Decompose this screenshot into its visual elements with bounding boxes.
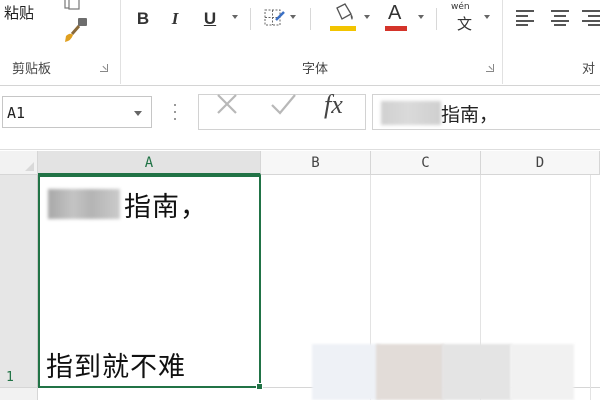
borders-icon[interactable]: [262, 6, 286, 30]
font-color-dropdown-icon[interactable]: [418, 15, 424, 19]
select-all-button[interactable]: [0, 151, 38, 175]
font-color-swatch: [385, 26, 407, 31]
column-header-d[interactable]: D: [481, 151, 600, 175]
format-painter-icon[interactable]: [62, 16, 90, 44]
column-header-a[interactable]: A: [38, 151, 261, 175]
blur-artifact: [376, 344, 444, 400]
row-header-2[interactable]: [0, 388, 38, 400]
align-left-icon[interactable]: [516, 10, 536, 26]
fill-color-swatch: [330, 26, 356, 31]
redacted-text: [48, 189, 120, 219]
redacted-text: [381, 101, 441, 125]
toolbar-separator: [436, 8, 437, 30]
phonetic-guide-icon[interactable]: wén 文: [450, 2, 480, 33]
clipboard-launcher-icon[interactable]: [100, 64, 108, 72]
toolbar-separator: [310, 8, 311, 30]
formula-bar-grip-icon[interactable]: [174, 104, 177, 120]
phonetic-pinyin: wén: [451, 2, 470, 12]
group-divider: [120, 0, 121, 84]
column-header-b[interactable]: B: [261, 151, 371, 175]
font-launcher-icon[interactable]: [486, 64, 494, 72]
ribbon: 粘贴 剪贴板 B I U A wén 文 字体 对: [0, 0, 600, 86]
cancel-icon[interactable]: [212, 90, 242, 118]
worksheet-grid: A B C D 1 指南， 指到就不难: [0, 151, 600, 400]
underline-button[interactable]: U: [200, 6, 220, 32]
check-icon[interactable]: [268, 90, 298, 118]
column-gridline: [590, 175, 591, 400]
group-divider: [502, 0, 503, 84]
insert-function-button[interactable]: fx: [324, 90, 343, 120]
formula-input[interactable]: 指南，: [372, 94, 600, 130]
cell-a1-line2: 指到就不难: [46, 352, 186, 383]
bold-button[interactable]: B: [134, 6, 152, 32]
clipboard-group-label: 剪贴板: [12, 62, 52, 77]
phonetic-dropdown-icon[interactable]: [484, 15, 490, 19]
underline-dropdown-icon[interactable]: [232, 15, 238, 19]
cell-a1[interactable]: 指南， 指到就不难: [38, 175, 261, 388]
font-color-icon[interactable]: A: [385, 2, 407, 32]
blur-artifact: [312, 344, 380, 400]
phonetic-char: 文: [457, 15, 473, 33]
align-right-icon[interactable]: [582, 10, 600, 26]
cell-a1-line1: 指南，: [124, 192, 208, 223]
alignment-group-label: 对: [582, 62, 596, 77]
blur-artifact: [510, 344, 574, 400]
fill-handle[interactable]: [256, 383, 263, 390]
paste-button[interactable]: 粘贴: [4, 2, 34, 23]
fill-color-dropdown-icon[interactable]: [364, 15, 370, 19]
row-header-1[interactable]: 1: [0, 175, 38, 387]
align-center-icon[interactable]: [550, 10, 570, 26]
name-box[interactable]: A1: [2, 96, 152, 128]
formula-text: 指南，: [441, 104, 499, 126]
column-header-c[interactable]: C: [371, 151, 481, 175]
formula-bar: A1 fx 指南，: [0, 86, 600, 150]
font-group-label: 字体: [302, 62, 329, 77]
copy-icon[interactable]: [64, 0, 82, 10]
name-box-dropdown-icon[interactable]: [134, 111, 142, 116]
borders-dropdown-icon[interactable]: [290, 15, 296, 19]
toolbar-separator: [250, 8, 251, 30]
italic-button[interactable]: I: [166, 6, 184, 32]
fill-color-icon[interactable]: [330, 2, 356, 32]
blur-artifact: [442, 344, 512, 400]
name-box-value: A1: [7, 104, 26, 122]
